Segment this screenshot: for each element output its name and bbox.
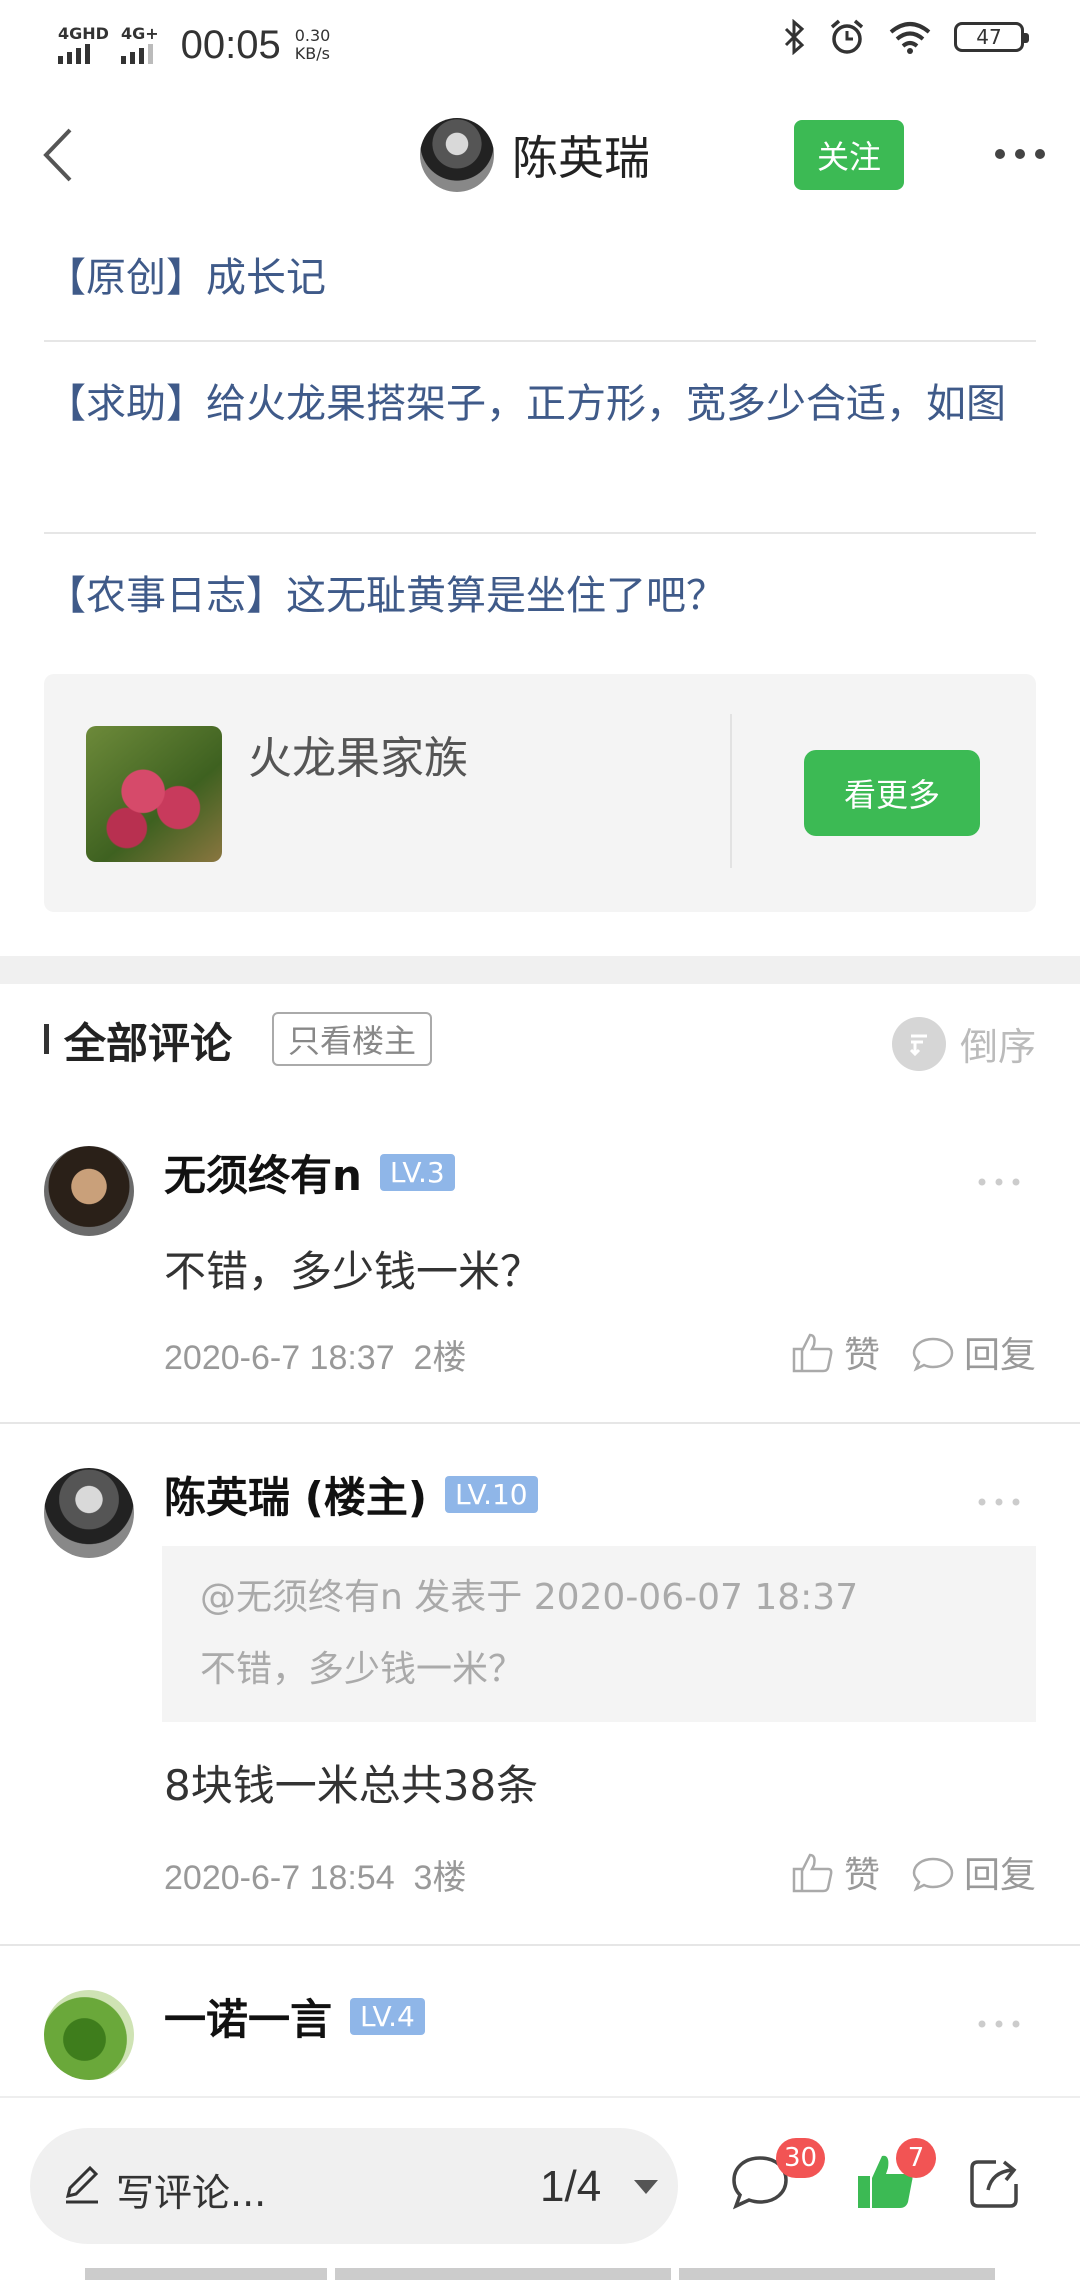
author-avatar[interactable] xyxy=(420,118,494,192)
commenter-avatar[interactable] xyxy=(44,1468,134,1558)
like-button[interactable]: 赞 xyxy=(790,1326,880,1378)
network-speed: 0.30 KB/s xyxy=(295,27,331,63)
divider xyxy=(0,1422,1080,1424)
comment-more-icon[interactable] xyxy=(974,1492,1024,1512)
commenter-avatar[interactable] xyxy=(44,1990,134,2080)
related-post-link[interactable]: 【原创】成长记 xyxy=(46,244,1036,312)
comment-floor: 3楼 xyxy=(413,1859,467,1897)
signal-bars-icon xyxy=(58,44,90,64)
bottom-action-bar: 写评论... 1/4 30 7 xyxy=(0,2096,1080,2280)
signal-1-label: 4GHD xyxy=(58,24,109,43)
signal-2: 4G+ xyxy=(120,24,159,64)
community-image xyxy=(86,726,222,862)
only-op-toggle[interactable]: 只看楼主 xyxy=(272,1012,433,1066)
status-icons: 47 xyxy=(782,18,1029,56)
pencil-icon xyxy=(65,2165,99,2204)
commenter-info: 陈英瑞 (楼主) LV.10 xyxy=(164,1464,538,1525)
signal-2-label: 4G+ xyxy=(120,24,159,43)
signal-bars-icon xyxy=(120,44,153,64)
author-name[interactable]: 陈英瑞 xyxy=(512,122,650,188)
comment-actions: 赞 回复 xyxy=(790,1846,1036,1898)
like-label: 赞 xyxy=(843,1855,880,1896)
see-more-button[interactable]: 看更多 xyxy=(804,750,980,836)
share-icon[interactable] xyxy=(966,2152,1026,2212)
comment-text: 8块钱一米总共38条 xyxy=(164,1761,539,1810)
commenter-name[interactable]: 陈英瑞 (楼主) xyxy=(164,1464,427,1525)
related-post-link[interactable]: 【农事日志】这无耻黄算是坐住了吧？ xyxy=(46,562,1036,630)
status-bar: 4GHD 4G+ 00:05 0.30 KB/s 47 xyxy=(0,0,1080,90)
reply-label: 回复 xyxy=(963,1855,1036,1896)
quoted-comment: @无须终有n 发表于 2020-06-07 18:37 不错，多少钱一米？ xyxy=(162,1546,1036,1722)
system-nav-indicator xyxy=(0,2268,1080,2280)
follow-button[interactable]: 关注 xyxy=(794,120,904,190)
back-icon[interactable] xyxy=(26,120,96,190)
section-gap xyxy=(0,956,1080,984)
comment-meta: 2020-6-7 18:37 2楼 xyxy=(164,1330,466,1379)
reply-bubble-icon xyxy=(912,1337,954,1372)
comments-header: 全部评论 只看楼主 倒序 xyxy=(0,990,1080,1090)
signal-1: 4GHD xyxy=(58,26,109,64)
community-card[interactable]: 火龙果家族 看更多 xyxy=(44,674,1036,912)
speed-value: 0.30 xyxy=(294,26,331,45)
sort-icon xyxy=(891,1016,946,1071)
alarm-icon xyxy=(830,19,864,54)
quote-text: 不错，多少钱一米？ xyxy=(200,1649,525,1690)
level-badge: LV.4 xyxy=(350,1998,425,2035)
battery-level: 47 xyxy=(976,25,1002,49)
more-options-icon[interactable] xyxy=(990,134,1050,174)
sort-order-label: 倒序 xyxy=(959,1025,1036,1069)
wifi-icon xyxy=(889,22,931,54)
reply-button[interactable]: 回复 xyxy=(910,1846,1036,1898)
comment-more-icon[interactable] xyxy=(974,1172,1024,1192)
reply-label: 回复 xyxy=(963,1335,1036,1376)
comment-count-badge: 30 xyxy=(776,2138,826,2178)
level-badge: LV.10 xyxy=(445,1476,538,1513)
comment-time: 2020-6-7 18:37 xyxy=(164,1339,395,1377)
write-comment-placeholder: 写评论... xyxy=(116,2171,267,2215)
comment-floor: 2楼 xyxy=(413,1339,467,1377)
commenter-name[interactable]: 一诺一言 xyxy=(164,1986,332,2047)
community-name: 火龙果家族 xyxy=(248,733,468,784)
commenter-info: 一诺一言 LV.4 xyxy=(164,1986,425,2047)
divider xyxy=(44,340,1036,342)
reply-button[interactable]: 回复 xyxy=(910,1326,1036,1378)
like-count-badge: 7 xyxy=(896,2138,936,2178)
thumbs-up-icon xyxy=(792,1333,833,1373)
write-comment-input[interactable]: 写评论... 1/4 xyxy=(30,2128,678,2244)
commenter-avatar[interactable] xyxy=(44,1146,134,1236)
title-accent-bar xyxy=(44,1024,49,1054)
comments-title: 全部评论 xyxy=(64,1019,233,1068)
author-info[interactable]: 陈英瑞 xyxy=(420,118,650,192)
reply-bubble-icon xyxy=(912,1857,954,1892)
battery-icon: 47 xyxy=(954,22,1029,52)
comment-time: 2020-6-7 18:54 xyxy=(164,1859,395,1897)
bluetooth-icon xyxy=(784,19,805,55)
divider xyxy=(730,714,732,868)
speed-unit: KB/s xyxy=(294,44,330,63)
related-post-link[interactable]: 【求助】给火龙果搭架子，正方形，宽多少合适，如图 xyxy=(46,370,1036,438)
comment-text: 不错，多少钱一米？ xyxy=(164,1247,543,1296)
like-label: 赞 xyxy=(843,1335,880,1376)
commenter-info: 无须终有n LV.3 xyxy=(164,1142,455,1203)
page-indicator[interactable]: 1/4 xyxy=(540,2162,601,2212)
divider xyxy=(0,1944,1080,1946)
level-badge: LV.3 xyxy=(379,1154,455,1191)
thumbs-up-icon xyxy=(792,1853,833,1893)
like-button[interactable]: 赞 xyxy=(790,1846,880,1898)
comment-meta: 2020-6-7 18:54 3楼 xyxy=(164,1850,466,1899)
divider xyxy=(44,532,1036,534)
comment-more-icon[interactable] xyxy=(974,2014,1024,2034)
clock: 00:05 xyxy=(180,22,281,67)
sort-order-toggle[interactable]: 倒序 xyxy=(891,1016,1036,1071)
commenter-name[interactable]: 无须终有n xyxy=(164,1142,362,1203)
quote-header: @无须终有n 发表于 2020-06-07 18:37 xyxy=(200,1577,859,1618)
comment-actions: 赞 回复 xyxy=(790,1326,1036,1378)
chevron-down-icon[interactable] xyxy=(634,2180,658,2194)
app-header: 陈英瑞 关注 xyxy=(0,96,1080,216)
